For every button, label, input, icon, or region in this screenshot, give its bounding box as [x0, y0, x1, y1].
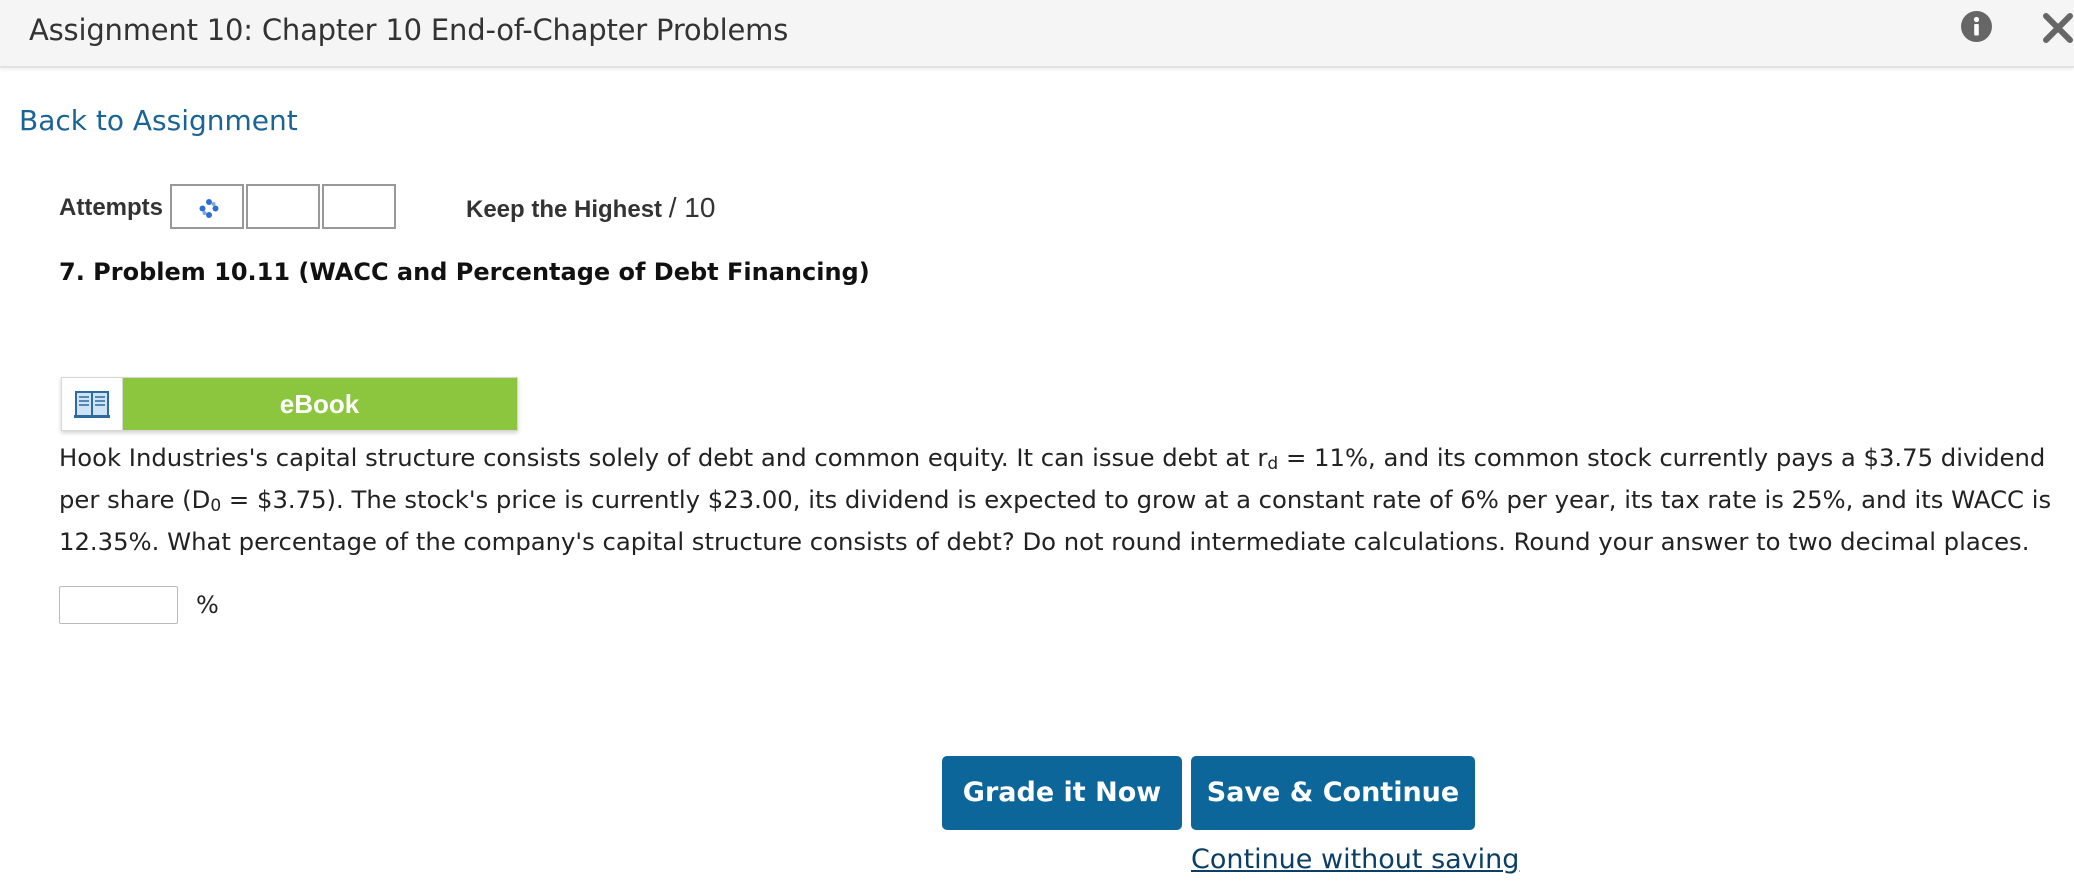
problem-title: 7. Problem 10.11 (WACC and Percentage of…	[59, 258, 870, 286]
grade-it-now-button[interactable]: Grade it Now	[942, 756, 1182, 830]
attempts-label: Attempts	[59, 194, 164, 221]
ebook-icon-box	[62, 378, 123, 430]
title-bar: Assignment 10: Chapter 10 End-of-Chapter…	[0, 0, 2074, 68]
attempt-box	[246, 184, 320, 229]
grading-policy-label: Keep the Highest	[466, 196, 663, 223]
answer-input[interactable]	[59, 586, 178, 624]
info-icon[interactable]	[1961, 11, 1992, 42]
attempt-boxes	[170, 184, 398, 229]
assignment-title: Assignment 10: Chapter 10 End-of-Chapter…	[29, 13, 789, 47]
ebook-label: eBook	[279, 389, 360, 419]
open-book-icon	[74, 391, 110, 418]
question-subscript-0: 0	[210, 496, 222, 516]
question-part-1: Hook Industries's capital structure cons…	[59, 443, 1268, 472]
score-out-of: / 10	[668, 192, 716, 223]
assignment-page: Assignment 10: Chapter 10 End-of-Chapter…	[0, 0, 2074, 890]
loading-spinner-icon	[199, 199, 219, 218]
question-text: Hook Industries's capital structure cons…	[59, 437, 2059, 563]
grading-policy: Keep the Highest / 10	[466, 193, 715, 225]
question-part-3: = $3.75). The stock's price is currently…	[59, 485, 2052, 556]
close-icon[interactable]	[2042, 12, 2074, 44]
answer-unit: %	[196, 591, 219, 619]
attempt-box	[322, 184, 396, 229]
save-and-continue-button[interactable]: Save & Continue	[1191, 756, 1475, 830]
continue-without-saving-link[interactable]: Continue without saving	[1191, 842, 1519, 878]
question-subscript-d: d	[1267, 454, 1279, 474]
back-to-assignment-link[interactable]: Back to Assignment	[19, 102, 298, 140]
attempt-box	[170, 184, 244, 229]
ebook-button[interactable]: eBook	[61, 377, 518, 431]
